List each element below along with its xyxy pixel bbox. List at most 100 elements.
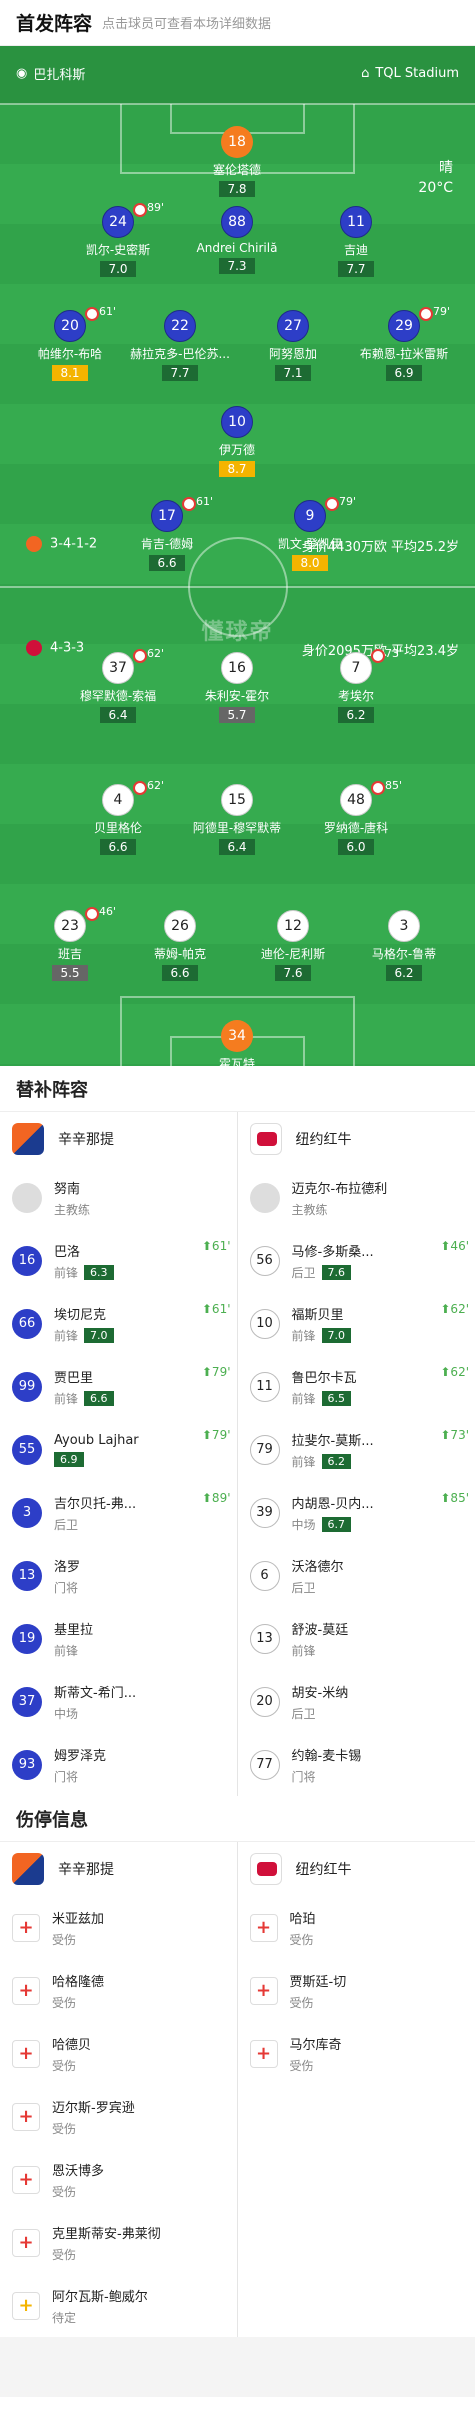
player-rating: 6.3	[84, 1264, 114, 1280]
jersey-number: 9 79'	[294, 495, 356, 532]
home-player[interactable]: 20 61' 帕维尔-布哈 8.1	[10, 305, 130, 381]
sub-info: 胡安-米纳 后卫	[292, 1682, 349, 1722]
player-rating: 6.4	[219, 839, 255, 855]
home-player[interactable]: 22 赫拉克多-巴伦苏... 7.7	[120, 310, 240, 381]
injury-cross-icon: +	[12, 2039, 40, 2068]
player-name: 拉斐尔-莫斯...	[291, 1433, 374, 1449]
player-role: 主教练	[54, 1202, 91, 1217]
jersey-number: 11	[249, 1371, 280, 1402]
pitch: ◉ 巴扎科斯 ⌂ TQL Stadium 晴 20°C 懂球帝 3-4-1-2 身价…	[0, 46, 475, 1066]
player-name: 阿德里-穆罕默蒂	[192, 821, 282, 835]
away-player[interactable]: 26 蒂姆-帕克 6.6	[120, 910, 240, 981]
injury-status: 待定	[52, 2310, 77, 2325]
player-meta: 后卫 7.6	[292, 1264, 374, 1281]
sub-player-row[interactable]: 77 约翰-麦卡锡 门将	[238, 1733, 475, 1796]
jersey-number: 29 79'	[388, 305, 450, 342]
sub-player-row[interactable]: 56 马修-多斯桑... 后卫 7.6 ⬆46'	[238, 1229, 475, 1292]
injury-row[interactable]: + 阿尔瓦斯-鲍威尔 待定	[0, 2274, 237, 2337]
home-player[interactable]: 17 61' 肯吉-德姆 6.6	[107, 495, 227, 571]
sub-player-row[interactable]: 20 胡安-米纳 后卫	[238, 1670, 475, 1733]
away-player[interactable]: 4 62' 贝里格伦 6.6	[58, 779, 178, 855]
player-name: 巴洛	[54, 1244, 81, 1260]
home-injury-team-head[interactable]: 辛辛那提	[0, 1842, 237, 1896]
injury-row[interactable]: + 克里斯蒂安-弗莱彻 受伤	[0, 2211, 237, 2274]
substitution-icon	[133, 203, 147, 217]
sub-player-row[interactable]: 93 姆罗泽克 门将	[0, 1733, 237, 1796]
player-name: 伊万德	[218, 443, 255, 457]
away-player[interactable]: 12 迪伦-尼利斯 7.6	[233, 910, 353, 981]
weather-text: 晴	[439, 160, 453, 176]
sub-player-row[interactable]: 99 贾巴里 前锋 6.6 ⬆79'	[0, 1355, 237, 1418]
player-name: 努南	[54, 1181, 81, 1197]
injury-row[interactable]: + 哈德贝 受伤	[0, 2022, 237, 2085]
player-meta: 前锋 6.5	[292, 1390, 357, 1407]
player-name: 哈格隆德	[52, 1974, 105, 1990]
home-player[interactable]: 29 79' 布赖恩-拉米雷斯 6.9	[344, 305, 464, 381]
jersey-number: 16	[12, 1245, 42, 1276]
jersey-number: 48 85'	[340, 779, 402, 816]
away-player[interactable]: 15 阿德里-穆罕默蒂 6.4	[177, 784, 297, 855]
player-role: 后卫	[291, 1265, 316, 1280]
sub-player-row[interactable]: 10 福斯贝里 前锋 7.0 ⬆62'	[238, 1292, 475, 1355]
sub-player-row[interactable]: 13 舒波-莫廷 前锋	[238, 1607, 475, 1670]
sub-player-row[interactable]: 66 埃切尼克 前锋 7.0 ⬆61'	[0, 1292, 237, 1355]
home-team-head[interactable]: 辛辛那提	[0, 1112, 237, 1166]
sub-player-row[interactable]: 79 拉斐尔-莫斯... 前锋 6.2 ⬆73'	[238, 1418, 475, 1481]
fcc-crest-icon	[12, 1853, 44, 1885]
sub-player-row[interactable]: 19 基里拉 前锋	[0, 1607, 237, 1670]
injury-row[interactable]: + 哈珀 受伤	[238, 1896, 475, 1959]
doubtful-icon: +	[12, 2291, 40, 2320]
player-rating: 7.0	[84, 1327, 114, 1343]
away-player[interactable]: 7 73' 考埃尔 6.2	[296, 647, 416, 723]
injury-cross-icon: +	[249, 1913, 278, 1942]
home-player[interactable]: 27 阿努恩加 7.1	[233, 310, 353, 381]
player-rating: 7.7	[338, 261, 374, 277]
sub-player-row[interactable]: 39 内胡恩-贝内... 中场 6.7 ⬆85'	[238, 1481, 475, 1544]
away-injury-team-head[interactable]: 纽约红牛	[238, 1842, 475, 1896]
injury-info: 哈格隆德 受伤	[52, 1971, 104, 2011]
sub-player-row[interactable]: 努南 主教练	[0, 1166, 237, 1229]
player-name: 克里斯蒂安-弗莱彻	[52, 2226, 161, 2242]
sub-player-row[interactable]: 55 Ayoub Lajhar 6.9 ⬆79'	[0, 1418, 237, 1481]
sub-player-row[interactable]: 13 洛罗 门将	[0, 1544, 237, 1607]
injury-row[interactable]: + 迈尔斯-罗宾逊 受伤	[0, 2085, 237, 2148]
away-player[interactable]: 37 62' 穆罕默德-索福 6.4	[58, 647, 178, 723]
player-meta: 中场	[54, 1705, 136, 1722]
away-player[interactable]: 34霍瓦特7.5	[177, 1020, 297, 1066]
player-meta: 后卫	[292, 1579, 344, 1596]
player-name: 阿努恩加	[268, 347, 317, 361]
injury-row[interactable]: + 贾斯廷-切 受伤	[238, 1959, 475, 2022]
away-player[interactable]: 48 85' 罗纳德-唐科 6.0	[296, 779, 416, 855]
sub-player-row[interactable]: 3 吉尔贝托-弗... 后卫 ⬆89'	[0, 1481, 237, 1544]
away-player[interactable]: 3 马格尔-鲁蒂 6.2	[344, 910, 464, 981]
sub-player-row[interactable]: 迈克尔-布拉德利 主教练	[238, 1166, 475, 1229]
away-player[interactable]: 16 朱利安-霍尔 5.7	[177, 652, 297, 723]
home-player[interactable]: 11 吉迪 7.7	[296, 206, 416, 277]
away-player[interactable]: 23 46' 班吉 5.5	[10, 905, 130, 981]
sub-player-row[interactable]: 11 鲁巴尔卡瓦 前锋 6.5 ⬆62'	[238, 1355, 475, 1418]
home-player[interactable]: 18 塞伦塔德 7.8	[177, 126, 297, 197]
injury-row[interactable]: + 米亚兹加 受伤	[0, 1896, 237, 1959]
pitch-team-row: ◉ 巴扎科斯 ⌂ TQL Stadium	[16, 64, 459, 83]
player-role: 门将	[54, 1580, 79, 1595]
substitution-icon	[325, 497, 339, 511]
injury-row[interactable]: + 哈格隆德 受伤	[0, 1959, 237, 2022]
home-player[interactable]: 9 79' 凯文-登凯伊 8.0	[250, 495, 370, 571]
away-team-head[interactable]: 纽约红牛	[238, 1112, 475, 1166]
injury-row[interactable]: + 恩沃博多 受伤	[0, 2148, 237, 2211]
injury-cross-icon: +	[12, 1976, 40, 2005]
sub-player-row[interactable]: 16 巴洛 前锋 6.3 ⬆61'	[0, 1229, 237, 1292]
home-player[interactable]: 88 Andrei Chirilă 7.3	[177, 206, 297, 274]
sub-player-row[interactable]: 6 沃洛德尔 后卫	[238, 1544, 475, 1607]
home-player[interactable]: 24 89' 凯尔-史密斯 7.0	[58, 201, 178, 277]
home-player[interactable]: 10 伊万德 8.7	[177, 406, 297, 477]
page-subtitle: 点击球员可查看本场详细数据	[102, 17, 272, 32]
home-injury-list: + 米亚兹加 受伤 + 哈格隆德 受伤 + 哈德贝 受伤 + 迈尔斯-罗宾逊 受伤 + 恩沃博多 受伤 + 克里…	[0, 1896, 237, 2337]
injury-row[interactable]: + 马尔库奇 受伤	[238, 2022, 475, 2085]
player-name: 朱利安-霍尔	[204, 689, 270, 703]
substitution-icon	[371, 649, 385, 663]
away-subs: 纽约红牛 迈克尔-布拉德利 主教练 56 马修-多斯桑... 后卫 7.6 ⬆46' 10 福斯…	[238, 1112, 475, 1796]
player-name: 贾巴里	[54, 1370, 94, 1386]
sub-player-row[interactable]: 37 斯蒂文-希门... 中场	[0, 1670, 237, 1733]
player-name: 塞伦塔德	[212, 163, 261, 177]
